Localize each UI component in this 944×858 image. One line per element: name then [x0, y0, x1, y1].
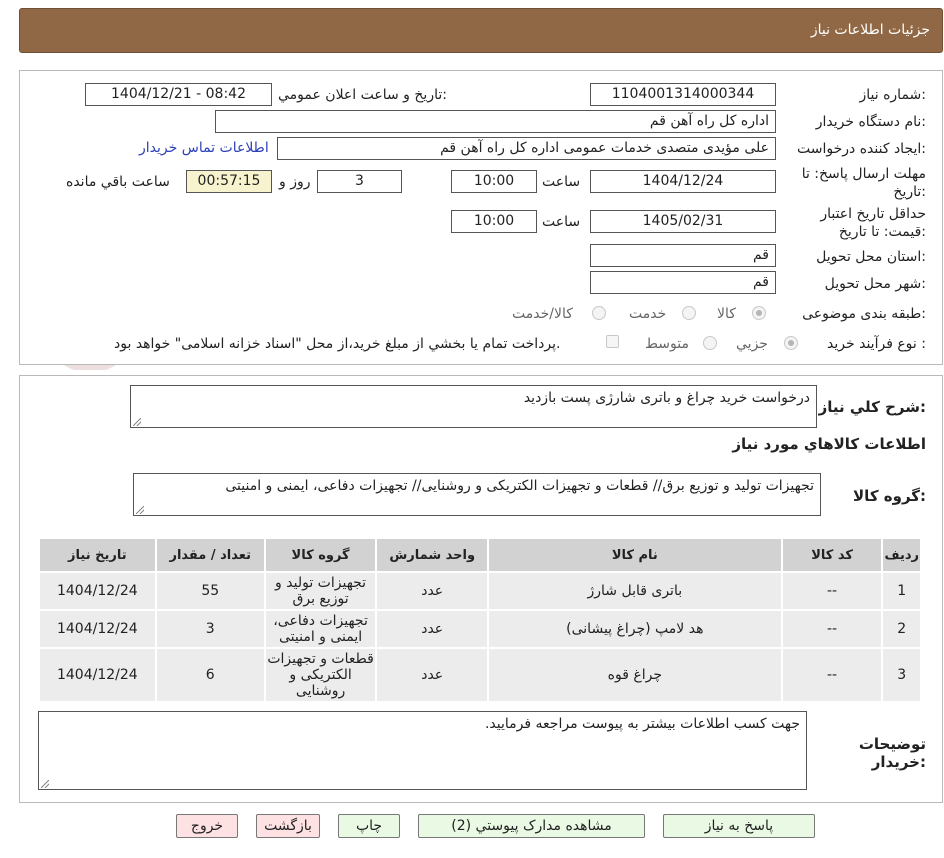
announce-label: تاریخ و ساعت اعلان عمومي: — [278, 87, 447, 103]
remaining-label: ساعت باقي مانده — [66, 174, 170, 190]
col-row-number: رديف — [881, 537, 922, 573]
back-button[interactable]: بازگشت — [256, 814, 320, 838]
goods-table: رديف کد کالا نام کالا واحد شمارش گروه کا… — [38, 537, 922, 703]
days-label: روز و — [279, 174, 311, 190]
deadline-label: مهلت ارسال پاسخ: تا — [801, 166, 926, 182]
item-group: تجهیزات دفاعی، ایمنی و امنیتی — [263, 609, 378, 649]
buyer-org-label: نام دستگاه خريدار: — [815, 114, 926, 130]
item-date: 1404/12/24 — [38, 571, 157, 611]
goods-section-title: اطلاعات کالاهاي مورد نياز — [732, 435, 926, 453]
remaining-time-field: 00:57:15 — [186, 170, 272, 193]
goods-group-textarea: تجهیزات تولید و توزیع برق// قطعات و تجهی… — [133, 473, 821, 516]
requester-label: ایجاد کننده درخواست: — [797, 141, 926, 157]
category-service-label: خدمت — [629, 306, 667, 322]
category-service-radio[interactable] — [682, 306, 696, 320]
requester-field: علی مؤیدی متصدی خدمات عمومی اداره کل راه… — [277, 137, 776, 160]
page-title: جزئیات اطلاعات نیاز — [810, 22, 930, 38]
buyer-contact-link[interactable]: اطلاعات تماس خریدار — [139, 140, 269, 156]
col-group: گروه کالا — [263, 537, 378, 573]
goods-group-label: گروه کالا: — [853, 487, 926, 505]
validity-time-label: ساعت — [542, 214, 581, 230]
item-name: باتری قابل شارژ — [487, 571, 783, 611]
notes-textarea: جهت کسب اطلاعات بیشتر به پیوست مراجعه فر… — [38, 711, 807, 790]
resize-grip-icon[interactable] — [136, 506, 144, 514]
item-date: 1404/12/24 — [38, 609, 157, 649]
item-code: -- — [780, 571, 884, 611]
item-unit: عدد — [375, 609, 489, 649]
item-name: هد لامپ (چراغ پیشانی) — [487, 609, 783, 649]
city-label: شهر محل تحويل: — [824, 276, 926, 292]
need-number-field: 1104001314000344 — [590, 83, 776, 106]
deadline-label-2: تاریخ: — [893, 184, 926, 200]
attachments-button[interactable]: مشاهده مدارک پيوستي (2) — [418, 814, 645, 838]
notes-label-2: خريدار: — [871, 753, 926, 771]
summary-textarea: درخواست خرید چراغ و باتری شارژی پست بازد… — [130, 385, 817, 428]
page-header: جزئیات اطلاعات نیاز — [19, 8, 943, 53]
province-field: قم — [590, 244, 776, 267]
table-row: 2 -- هد لامپ (چراغ پیشانی) عدد تجهیزات د… — [38, 609, 922, 649]
validity-time-field: 10:00 — [451, 210, 537, 233]
row-number: 1 — [881, 571, 922, 611]
row-number: 2 — [881, 609, 922, 649]
item-name: چراغ قوه — [487, 647, 783, 703]
row-number: 3 — [881, 647, 922, 703]
category-label: طبقه بندی موضوعی: — [802, 306, 926, 322]
col-date: تاريخ نياز — [38, 537, 157, 573]
need-number-label: شماره نیاز: — [859, 87, 926, 103]
summary-text: درخواست خرید چراغ و باتری شارژی پست بازد… — [523, 390, 810, 406]
goods-table-header: رديف کد کالا نام کالا واحد شمارش گروه کا… — [38, 537, 922, 573]
item-group: تجهیزات تولید و توزیع برق — [263, 571, 378, 611]
days-field: 3 — [317, 170, 402, 193]
validity-label: حداقل تاريخ اعتبار — [820, 206, 926, 222]
item-quantity: 3 — [154, 609, 266, 649]
buyer-org-field: اداره کل راه آهن قم — [215, 110, 776, 133]
payment-note: پرداخت تمام يا بخشي از مبلغ خريد،از محل … — [114, 336, 561, 352]
process-medium-label: متوسط — [645, 336, 689, 352]
category-goods-radio[interactable] — [752, 306, 766, 320]
item-quantity: 6 — [154, 647, 266, 703]
category-goods-service-label: کالا/خدمت — [512, 306, 573, 322]
category-goods-service-radio[interactable] — [592, 306, 606, 320]
category-goods-label: کالا — [717, 306, 736, 322]
process-medium-radio[interactable] — [703, 336, 717, 350]
exit-button[interactable]: خروج — [176, 814, 238, 838]
process-small-radio[interactable] — [784, 336, 798, 350]
process-small-label: جزيي — [736, 336, 768, 352]
item-code: -- — [780, 647, 884, 703]
col-quantity: تعداد / مقدار — [154, 537, 266, 573]
city-field: قم — [590, 271, 776, 294]
table-row: 3 -- چراغ قوه عدد قطعات و تجهیزات الکتری… — [38, 647, 922, 703]
goods-group-text: تجهیزات تولید و توزیع برق// قطعات و تجهی… — [225, 478, 814, 494]
deadline-time-label: ساعت — [542, 174, 581, 190]
col-name: نام کالا — [487, 537, 783, 573]
resize-grip-icon[interactable] — [41, 780, 49, 788]
treasury-checkbox[interactable] — [606, 335, 619, 348]
col-code: کد کالا — [780, 537, 884, 573]
item-date: 1404/12/24 — [38, 647, 157, 703]
item-group: قطعات و تجهیزات الکتریکی و روشنایی — [263, 647, 378, 703]
notes-text: جهت کسب اطلاعات بیشتر به پیوست مراجعه فر… — [484, 716, 800, 732]
reply-button[interactable]: پاسخ به نياز — [663, 814, 815, 838]
validity-label-2: قيمت: تا تاريخ: — [838, 224, 926, 240]
validity-date-field: 1405/02/31 — [590, 210, 776, 233]
deadline-time-field: 10:00 — [451, 170, 537, 193]
item-quantity: 55 — [154, 571, 266, 611]
process-label: نوع فرآيند خريد : — [827, 336, 926, 352]
table-row: 1 -- باتری قابل شارژ عدد تجهیزات تولید و… — [38, 571, 922, 611]
item-code: -- — [780, 609, 884, 649]
print-button[interactable]: چاپ — [338, 814, 400, 838]
col-unit: واحد شمارش — [375, 537, 489, 573]
summary-label: شرح کلي نياز: — [818, 398, 926, 416]
province-label: استان محل تحويل: — [816, 249, 926, 265]
announce-field: 1404/12/21 - 08:42 — [85, 83, 272, 106]
resize-grip-icon[interactable] — [133, 418, 141, 426]
deadline-date-field: 1404/12/24 — [590, 170, 776, 193]
item-unit: عدد — [375, 647, 489, 703]
item-unit: عدد — [375, 571, 489, 611]
notes-label: توضيحات — [858, 735, 926, 753]
